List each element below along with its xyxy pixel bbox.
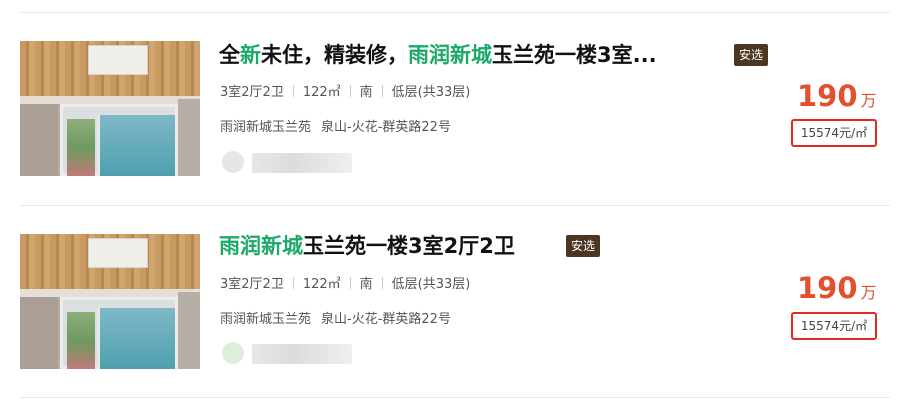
agent-avatar: [222, 342, 244, 364]
listing-title[interactable]: 雨润新城玉兰苑一楼3室2厅2卫: [219, 232, 515, 260]
total-price: 190 万: [797, 271, 877, 305]
location-text: 泉山-火花-群英路22号: [321, 120, 451, 135]
location-text: 泉山-火花-群英路22号: [321, 312, 451, 327]
listing-photo[interactable]: [20, 234, 200, 369]
house-info: 3室2厅2卫 122㎡南低层(共33层): [220, 277, 471, 292]
agent-name-blurred: [252, 344, 352, 364]
listing-photo[interactable]: [20, 41, 200, 176]
listing-card[interactable]: 雨润新城玉兰苑一楼3室2厅2卫 安选 3室2厅2卫 122㎡南低层(共33层) 雨…: [0, 205, 917, 385]
address-info: 雨润新城玉兰苑 泉山-火花-群英路22号: [220, 311, 451, 329]
agent-name-blurred: [252, 153, 352, 173]
anxuan-badge: 安选: [566, 235, 601, 257]
community-link[interactable]: 雨润新城玉兰苑: [220, 120, 311, 135]
address-info: 雨润新城玉兰苑 泉山-火花-群英路22号: [220, 119, 451, 137]
house-info: 3室2厅2卫 122㎡南低层(共33层): [220, 85, 471, 100]
anxuan-badge: 安选: [734, 44, 769, 66]
listing-card[interactable]: 全新未住，精装修，雨润新城玉兰苑一楼3室... 安选 3室2厅2卫 122㎡南低层…: [0, 12, 917, 192]
listing-title[interactable]: 全新未住，精装修，雨润新城玉兰苑一楼3室...: [219, 41, 657, 69]
divider-bottom: [20, 397, 890, 398]
agent-avatar: [222, 151, 244, 173]
unit-price: 15574元/㎡: [791, 119, 877, 147]
total-price: 190 万: [797, 79, 877, 113]
community-link[interactable]: 雨润新城玉兰苑: [220, 312, 311, 327]
unit-price: 15574元/㎡: [791, 312, 877, 340]
